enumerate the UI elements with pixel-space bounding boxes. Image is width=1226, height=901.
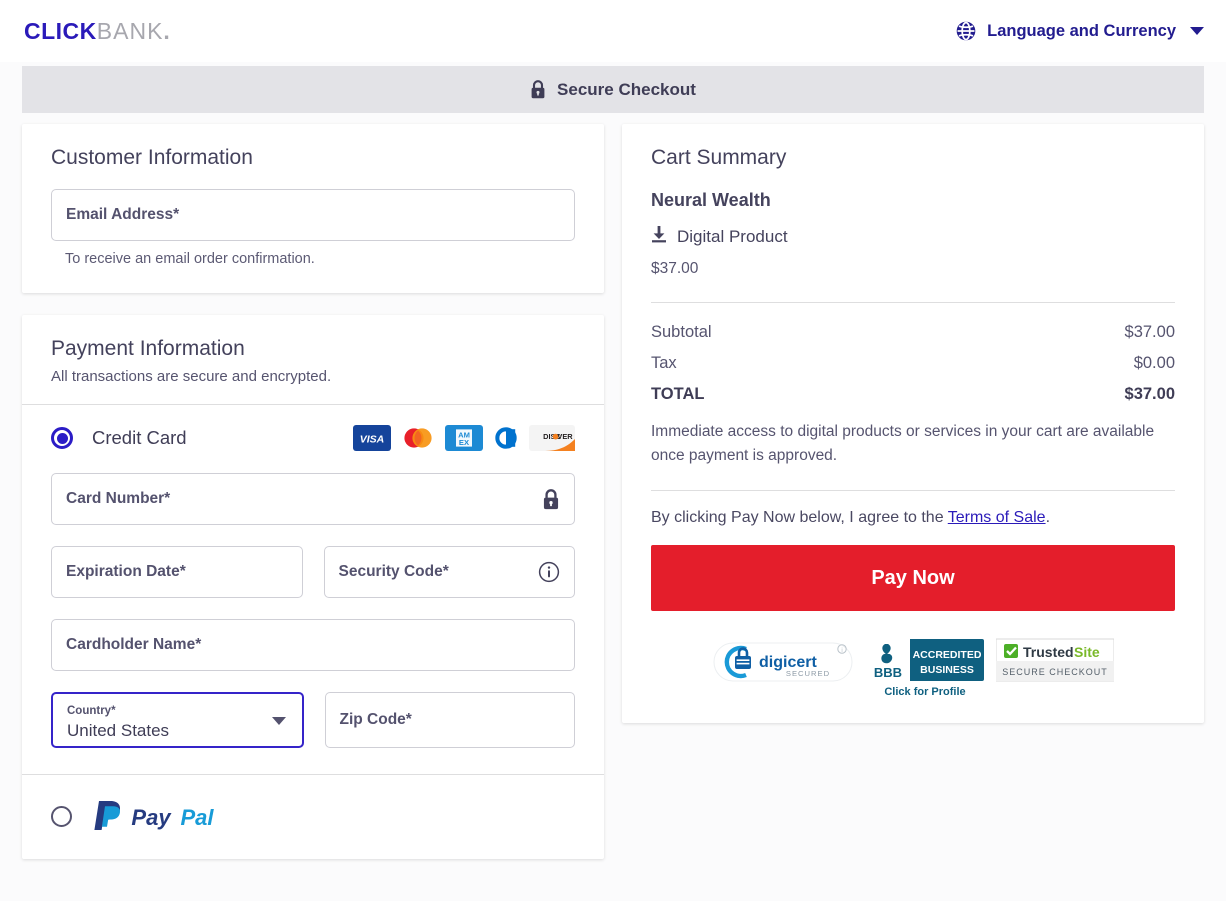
checkout-page: CLICK BANK. Language and Currency Secure… [0, 0, 1226, 901]
digicert-secured-text: SECURED [786, 669, 830, 678]
email-placeholder: Email Address* [66, 206, 180, 223]
security-code-placeholder: Security Code* [338, 563, 449, 580]
credit-card-method-row[interactable]: Credit Card VISA AM EX DISC VER [22, 405, 604, 451]
right-column: Cart Summary Neural Wealth Digital Produ… [622, 124, 1204, 724]
trust-badges: digicert SECURED i BBB ACCREDITED BUSINE… [651, 637, 1175, 699]
cardholder-row: Cardholder Name* [51, 619, 575, 671]
lock-icon [530, 80, 546, 99]
customer-information-card: Customer Information Email Address* To r… [22, 124, 604, 293]
product-name: Neural Wealth [651, 190, 771, 210]
mastercard-icon [399, 425, 437, 451]
paypal-radio-unselected[interactable] [51, 805, 72, 827]
diners-club-icon [491, 425, 521, 451]
card-brand-logos: VISA AM EX DISC VER [353, 425, 575, 451]
globe-icon [955, 20, 977, 42]
payment-information-card: Payment Information All transactions are… [22, 315, 604, 859]
logo-bank-text: BANK [96, 17, 164, 44]
cardholder-name-placeholder: Cardholder Name* [66, 636, 202, 653]
digital-access-note: Immediate access to digital products or … [651, 423, 1155, 465]
lock-icon [542, 488, 560, 510]
country-label: Country* [67, 705, 116, 718]
paypal-pay-text: Pay [131, 805, 172, 830]
card-number-placeholder: Card Number* [66, 490, 171, 507]
left-column: Customer Information Email Address* To r… [22, 124, 604, 859]
bbb-click-profile-text: Click for Profile [884, 686, 965, 698]
bbb-mark-text: BBB [874, 665, 902, 680]
total-label: TOTAL [651, 385, 705, 403]
chevron-down-icon [1190, 27, 1204, 35]
payment-information-subtitle: All transactions are secure and encrypte… [51, 368, 332, 385]
email-helper-text: To receive an email order confirmation. [65, 251, 315, 267]
credit-card-label: Credit Card [92, 427, 187, 448]
cart-summary-title: Cart Summary [651, 146, 787, 169]
zip-code-field[interactable]: Zip Code* [324, 692, 575, 748]
product-type-row: Digital Product [651, 225, 1175, 248]
info-circle-icon[interactable] [538, 561, 560, 583]
top-header: CLICK BANK. Language and Currency [0, 0, 1226, 62]
tax-row: Tax $0.00 [651, 354, 1175, 373]
credit-card-fields: Card Number* Expiration Date* Security C… [22, 451, 604, 774]
digicert-badge[interactable]: digicert SECURED i [712, 637, 854, 689]
expiration-date-placeholder: Expiration Date* [66, 563, 186, 580]
credit-card-radio-selected[interactable] [51, 427, 73, 449]
terms-agreement-text: By clicking Pay Now below, I agree to th… [651, 509, 1175, 527]
product-price: $37.00 [651, 260, 699, 277]
tax-label: Tax [651, 354, 677, 372]
total-value: $37.00 [1124, 385, 1175, 403]
payment-information-title: Payment Information [51, 337, 245, 360]
subtotal-row: Subtotal $37.00 [651, 323, 1175, 342]
total-row: TOTAL $37.00 [651, 385, 1175, 404]
zip-code-placeholder: Zip Code* [339, 711, 412, 728]
tax-value: $0.00 [1133, 354, 1175, 372]
trustedsite-site-text: Site [1074, 644, 1100, 660]
subtotal-value: $37.00 [1124, 323, 1175, 341]
country-select[interactable]: Country* United States [51, 692, 304, 748]
trustedsite-badge[interactable]: Trusted Site SECURE CHECKOUT [996, 637, 1114, 683]
logo-click-text: CLICK [24, 17, 97, 44]
trustedsite-sub-text: SECURE CHECKOUT [1002, 667, 1108, 677]
subtotal-label: Subtotal [651, 323, 712, 341]
download-icon [651, 225, 667, 248]
customer-information-title: Customer Information [51, 146, 253, 169]
country-value: United States [67, 721, 170, 741]
paypal-method-row[interactable]: Pay Pal [22, 775, 604, 859]
terms-suffix: . [1045, 509, 1051, 527]
svg-text:EX: EX [459, 438, 469, 447]
caret-down-icon[interactable] [271, 717, 286, 725]
bbb-line2-text: BUSINESS [920, 664, 974, 676]
payment-information-header: Payment Information All transactions are… [22, 315, 604, 404]
divider [651, 490, 1175, 492]
expiration-date-field[interactable]: Expiration Date* [51, 546, 303, 598]
divider [651, 302, 1175, 303]
svg-text:VISA: VISA [360, 434, 385, 446]
paypal-pal-text: Pal [180, 805, 214, 830]
terms-prefix: By clicking Pay Now below, I agree to th… [651, 509, 948, 527]
paypal-logo: Pay Pal [89, 799, 227, 833]
bbb-line1-text: ACCREDITED [913, 649, 982, 661]
country-zip-row: Country* United States Zip Code* [51, 692, 575, 748]
pay-now-button[interactable]: Pay Now [651, 545, 1175, 612]
amex-icon: AM EX [445, 425, 483, 451]
language-currency-selector[interactable]: Language and Currency [955, 20, 1204, 42]
svg-text:i: i [841, 648, 842, 654]
secure-checkout-label: Secure Checkout [557, 79, 696, 99]
security-code-field[interactable]: Security Code* [323, 546, 575, 598]
email-field[interactable]: Email Address* [51, 189, 575, 241]
expiration-security-row: Expiration Date* Security Code* [51, 546, 575, 598]
discover-icon: DISC VER [529, 425, 575, 451]
card-number-field[interactable]: Card Number* [51, 473, 575, 525]
language-currency-label: Language and Currency [987, 21, 1176, 40]
clickbank-logo[interactable]: CLICK BANK. [24, 18, 170, 45]
secure-checkout-banner: Secure Checkout [22, 66, 1204, 113]
bbb-accredited-badge[interactable]: BBB ACCREDITED BUSINESS Click for Profil… [866, 637, 984, 699]
product-type-label: Digital Product [677, 226, 788, 246]
visa-icon: VISA [353, 425, 391, 451]
logo-dot: . [163, 17, 171, 44]
cardholder-name-field[interactable]: Cardholder Name* [51, 619, 575, 671]
svg-text:VER: VER [557, 432, 573, 441]
terms-of-sale-link[interactable]: Terms of Sale [948, 509, 1046, 526]
trustedsite-trusted-text: Trusted [1023, 644, 1074, 660]
cart-summary-card: Cart Summary Neural Wealth Digital Produ… [622, 124, 1204, 724]
